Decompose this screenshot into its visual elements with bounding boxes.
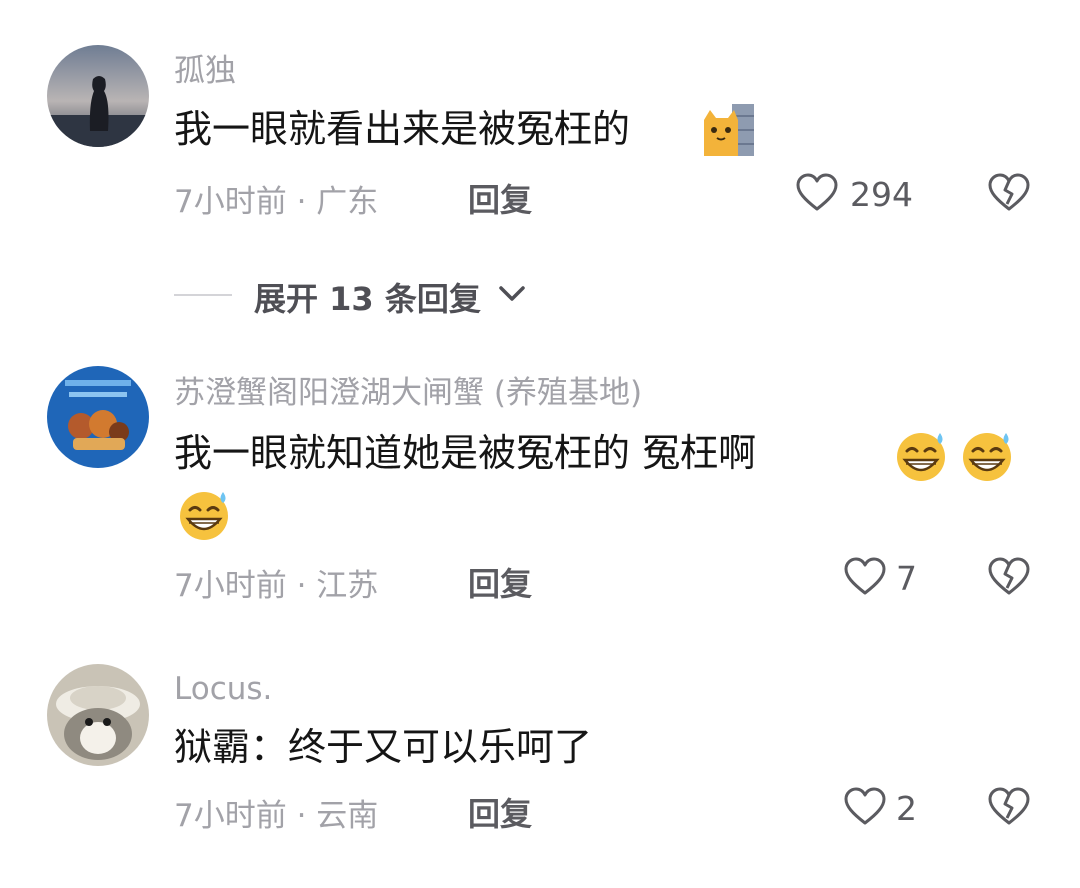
- comment-meta-row: 7小时前 · 云南 回复 2: [174, 784, 1034, 834]
- avatar[interactable]: [47, 45, 149, 147]
- like-count: 7: [896, 559, 917, 598]
- like-count: 2: [896, 789, 917, 828]
- comment-text: 狱霸：终于又可以乐呵了: [174, 725, 593, 769]
- broken-heart-icon[interactable]: [986, 784, 1032, 830]
- expand-replies[interactable]: 展开 13 条回复: [174, 270, 574, 318]
- grinning-sweat-emoji: [176, 486, 232, 542]
- comment-time-location: 7小时前 · 云南: [174, 798, 379, 834]
- expand-replies-label[interactable]: 展开 13 条回复: [254, 274, 481, 320]
- reply-button[interactable]: 回复: [468, 789, 532, 835]
- heart-outline-icon[interactable]: [794, 170, 840, 216]
- heart-outline-icon[interactable]: [842, 784, 888, 830]
- reply-button[interactable]: 回复: [468, 175, 532, 221]
- comment-text: 我一眼就知道她是被冤枉的 冤枉啊: [174, 431, 757, 475]
- comment-text: 我一眼就看出来是被冤枉的: [174, 107, 631, 151]
- comment-time-location: 7小时前 · 江苏: [174, 568, 379, 604]
- broken-heart-icon[interactable]: [986, 554, 1032, 600]
- avatar[interactable]: [47, 664, 149, 766]
- username[interactable]: 苏澄蟹阁阳澄湖大闸蟹 (养殖基地): [174, 373, 642, 413]
- grinning-sweat-emoji: [959, 427, 1015, 483]
- grinning-sweat-emoji: [893, 427, 949, 483]
- heart-outline-icon[interactable]: [842, 554, 888, 600]
- like-count: 294: [850, 175, 913, 214]
- broken-heart-icon[interactable]: [986, 170, 1032, 216]
- comment-meta-row: 7小时前 · 江苏 回复 7: [174, 554, 1034, 604]
- reply-button[interactable]: 回复: [468, 559, 532, 605]
- comment-meta-row: 7小时前 · 广东 回复 294: [174, 170, 1034, 220]
- comment-time-location: 7小时前 · 广东: [174, 184, 379, 220]
- username[interactable]: 孤独: [174, 51, 236, 91]
- avatar[interactable]: [47, 366, 149, 468]
- username[interactable]: Locus.: [174, 669, 272, 709]
- divider: [174, 294, 232, 296]
- cat-peeking-emoji: [702, 102, 758, 158]
- chevron-down-icon[interactable]: [496, 280, 528, 308]
